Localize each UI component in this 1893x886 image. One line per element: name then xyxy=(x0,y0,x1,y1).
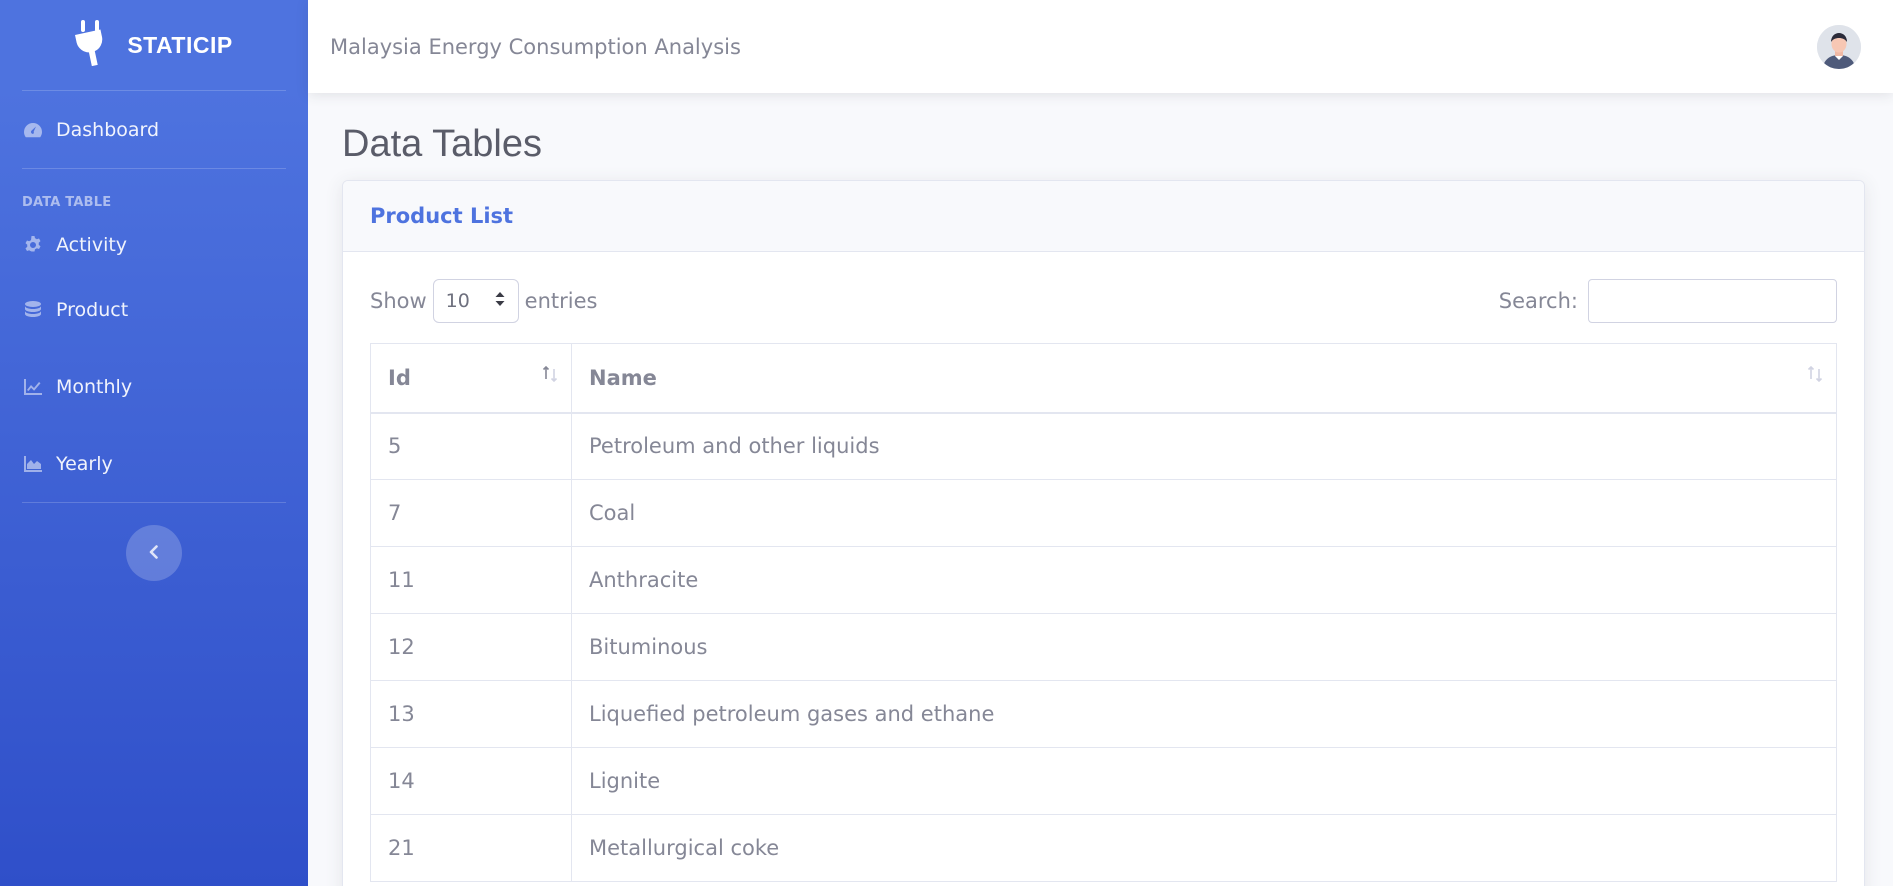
entries-control: Show 10 entries xyxy=(370,279,597,323)
page-title: Data Tables xyxy=(342,123,542,165)
cell-id: 21 xyxy=(370,814,572,882)
area-chart-icon xyxy=(22,453,44,475)
sidebar-item-monthly[interactable]: Monthly xyxy=(0,348,308,425)
plug-icon xyxy=(75,20,109,70)
sort-asc-icon xyxy=(541,364,559,383)
search-label: Search: xyxy=(1498,289,1578,313)
product-table: Id Name 5 Petroleum and other liquids 7 … xyxy=(370,343,1837,882)
table-row[interactable]: 21 Metallurgical coke xyxy=(370,814,1837,882)
table-header-row: Id Name xyxy=(370,343,1837,414)
sidebar-item-label: Activity xyxy=(56,234,128,256)
product-list-card: Product List Show 10 entries Search: Id … xyxy=(342,180,1865,886)
cog-icon xyxy=(22,234,44,256)
sidebar-item-label: Yearly xyxy=(56,452,113,475)
sidebar-item-label: Monthly xyxy=(56,375,133,398)
database-icon xyxy=(22,299,44,321)
sidebar-item-label: Dashboard xyxy=(56,118,160,141)
search-control: Search: xyxy=(1499,279,1837,323)
cell-id: 5 xyxy=(370,412,572,480)
cell-id: 13 xyxy=(370,680,572,748)
sidebar-item-product[interactable]: Product xyxy=(0,271,308,348)
column-header-name[interactable]: Name xyxy=(571,343,1837,414)
column-header-label: Id xyxy=(388,365,411,390)
sidebar-item-label: Product xyxy=(56,298,129,321)
table-row[interactable]: 14 Lignite xyxy=(370,747,1837,815)
card-title: Product List xyxy=(370,204,514,228)
sidebar-heading: DATA TABLE xyxy=(22,195,112,210)
table-head: Id Name xyxy=(370,343,1837,414)
brand-name: STATICIP xyxy=(127,31,233,58)
cell-id: 12 xyxy=(370,613,572,681)
sidebar-item-activity[interactable]: Activity xyxy=(0,219,308,271)
cell-id: 14 xyxy=(370,747,572,815)
cell-name: Petroleum and other liquids xyxy=(571,412,1837,480)
search-input[interactable] xyxy=(1588,279,1837,323)
card-body: Show 10 entries Search: Id Name 5 Petrol… xyxy=(343,252,1864,882)
chevron-left-icon xyxy=(147,544,161,563)
table-row[interactable]: 11 Anthracite xyxy=(370,546,1837,614)
table-body: 5 Petroleum and other liquids 7 Coal 11 … xyxy=(370,412,1837,882)
content-wrapper: Malaysia Energy Consumption Analysis Dat… xyxy=(308,0,1893,886)
table-row[interactable]: 7 Coal xyxy=(370,479,1837,547)
sidebar-item-dashboard[interactable]: Dashboard xyxy=(0,91,308,168)
line-chart-icon xyxy=(22,376,44,398)
entries-select-value: 10 xyxy=(445,290,470,312)
sidebar-divider xyxy=(22,502,286,503)
app-root: STATICIP Dashboard DATA TABLE Activity P… xyxy=(0,0,1893,886)
user-avatar[interactable] xyxy=(1817,24,1861,69)
entries-select[interactable]: 10 xyxy=(432,279,519,323)
table-row[interactable]: 12 Bituminous xyxy=(370,613,1837,681)
cell-id: 7 xyxy=(370,479,572,547)
column-header-id[interactable]: Id xyxy=(370,343,572,414)
sidebar-toggle-button[interactable] xyxy=(126,525,182,581)
tachometer-icon xyxy=(22,119,44,141)
sidebar: STATICIP Dashboard DATA TABLE Activity P… xyxy=(0,0,308,886)
sort-both-icon xyxy=(1806,364,1824,383)
cell-name: Metallurgical coke xyxy=(571,814,1837,882)
topbar-title: Malaysia Energy Consumption Analysis xyxy=(330,34,741,59)
card-header: Product List xyxy=(343,181,1864,252)
table-controls: Show 10 entries Search: xyxy=(370,279,1837,323)
cell-name: Liquefied petroleum gases and ethane xyxy=(571,680,1837,748)
cell-name: Anthracite xyxy=(571,546,1837,614)
select-arrows-icon xyxy=(494,290,506,312)
table-row[interactable]: 5 Petroleum and other liquids xyxy=(370,412,1837,480)
sidebar-item-yearly[interactable]: Yearly xyxy=(0,425,308,502)
main-content: Data Tables Product List Show 10 entries… xyxy=(308,93,1893,886)
brand[interactable]: STATICIP xyxy=(0,0,308,90)
entries-label: entries xyxy=(524,289,598,313)
cell-id: 11 xyxy=(370,546,572,614)
table-row[interactable]: 13 Liquefied petroleum gases and ethane xyxy=(370,680,1837,748)
cell-name: Coal xyxy=(571,479,1837,547)
cell-name: Bituminous xyxy=(571,613,1837,681)
topbar: Malaysia Energy Consumption Analysis xyxy=(308,0,1893,93)
cell-name: Lignite xyxy=(571,747,1837,815)
show-label: Show xyxy=(370,289,427,313)
column-header-label: Name xyxy=(589,365,657,390)
